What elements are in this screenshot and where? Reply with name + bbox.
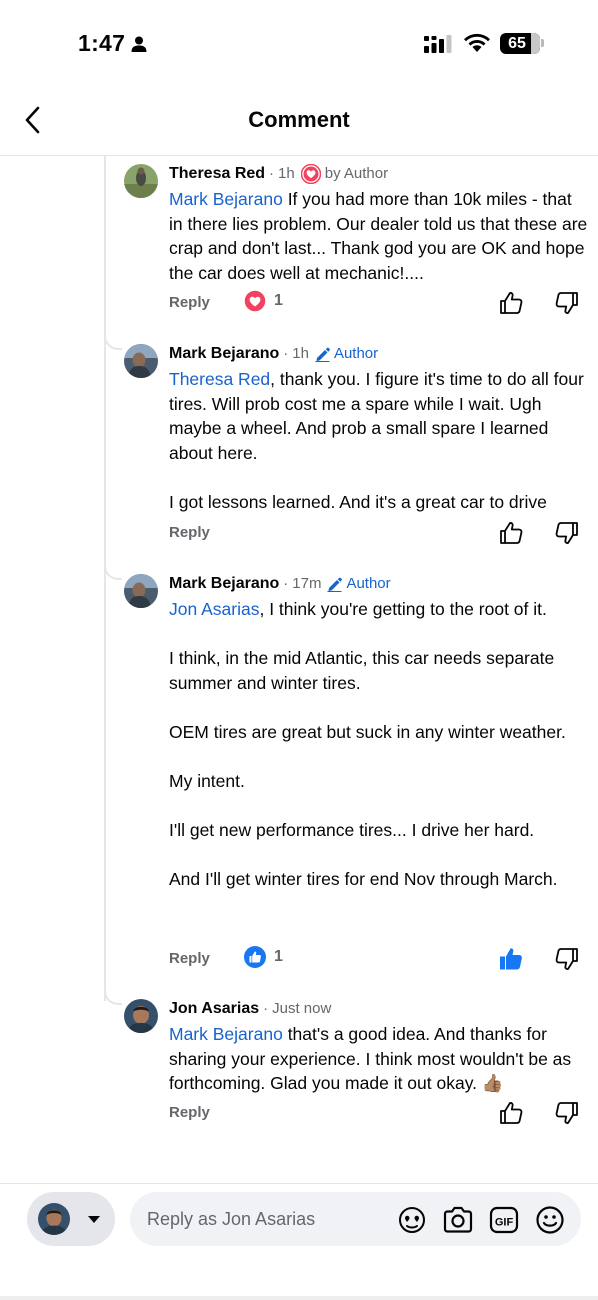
account-switcher[interactable] (27, 1192, 115, 1246)
comment-text: Theresa Red, thank you. I figure it's ti… (169, 367, 589, 514)
comment-actions: Reply 1 (169, 945, 589, 973)
thread-line (104, 156, 106, 1001)
reply-button[interactable]: Reply (169, 950, 210, 967)
timestamp: 1h (292, 345, 309, 362)
status-time: 1:47 (78, 30, 126, 56)
timestamp: Just now (272, 1000, 332, 1017)
dislike-button[interactable] (553, 1099, 581, 1127)
reply-input[interactable] (147, 1192, 387, 1246)
comment-text: Mark Bejarano that's a good idea. And th… (169, 1022, 589, 1096)
reaction-summary[interactable]: 1 (243, 945, 283, 969)
comment-text: Mark Bejarano If you had more than 10k m… (169, 187, 589, 285)
gif-icon[interactable]: GIF (488, 1205, 520, 1235)
reply-button[interactable]: Reply (169, 524, 210, 541)
badge-label: Author (346, 575, 391, 592)
like-button[interactable] (497, 1099, 525, 1127)
heart-icon (300, 164, 321, 184)
author-name[interactable]: Jon Asarias (169, 999, 259, 1019)
reaction-summary[interactable]: 1 (243, 289, 283, 313)
wifi-icon (464, 33, 490, 52)
dislike-button[interactable] (553, 289, 581, 317)
person-icon (131, 36, 147, 52)
author-name[interactable]: Mark Bejarano (169, 574, 279, 594)
comment-paragraph: I got lessons learned. And it's a great … (169, 491, 547, 512)
header: Comment (0, 90, 598, 156)
dot-separator: · (283, 575, 289, 592)
status-bar: 1:47 65 (0, 0, 598, 90)
comment-paragraph: I think, in the mid Atlantic, this car n… (169, 648, 555, 693)
home-indicator (0, 1296, 598, 1300)
comment: Jon Asarias · Just now Mark Bejarano tha… (124, 999, 594, 1129)
avatar[interactable] (124, 164, 158, 198)
dislike-button[interactable] (553, 519, 581, 547)
comment-actions: Reply (169, 1099, 589, 1127)
badge-label: by Author (324, 165, 389, 182)
reply-button[interactable]: Reply (169, 294, 210, 311)
reply-input-container: GIF (130, 1192, 581, 1246)
avatar[interactable] (124, 344, 158, 378)
mention-link[interactable]: Theresa Red (169, 369, 270, 389)
author-name[interactable]: Theresa Red (169, 164, 265, 184)
reaction-count: 1 (274, 948, 283, 965)
comment-paragraph: OEM tires are great but suck in any wint… (169, 721, 566, 742)
loved-by-author-badge: by Author (300, 164, 389, 184)
camera-icon[interactable] (442, 1205, 474, 1235)
mention-link[interactable]: Mark Bejarano (169, 1024, 283, 1044)
thread-branch (104, 983, 122, 1005)
comment: Mark Bejarano · 17m Author Jon Asarias, … (124, 574, 594, 974)
thread-branch (104, 328, 122, 350)
comment-paragraph: My intent. (169, 770, 245, 791)
page-title: Comment (248, 107, 350, 132)
heart-reaction-icon (243, 289, 267, 313)
dislike-button[interactable] (553, 945, 581, 973)
comment-meta: Theresa Red · 1h by Author (169, 164, 589, 184)
badge-label: Author (333, 345, 379, 362)
avatar[interactable] (124, 999, 158, 1033)
battery-indicator: 65 (500, 33, 540, 54)
comment: Mark Bejarano · 1h Author Theresa Red, t… (124, 344, 594, 554)
mention-link[interactable]: Jon Asarias (169, 599, 259, 619)
mention-link[interactable]: Mark Bejarano (169, 189, 283, 209)
comment-paragraph: , I think you're getting to the root of … (259, 599, 547, 619)
timestamp: 1h (278, 165, 295, 182)
thread-branch (104, 558, 122, 580)
timestamp: 17m (292, 575, 322, 592)
pencil-icon (315, 347, 330, 362)
dot-separator: · (269, 165, 275, 182)
reply-button[interactable]: Reply (169, 1104, 210, 1121)
reply-composer: GIF (0, 1183, 598, 1300)
svg-text:GIF: GIF (495, 1217, 514, 1229)
dot-separator: · (263, 1000, 269, 1017)
like-button[interactable] (497, 289, 525, 317)
battery-tip (541, 39, 544, 47)
dot-separator: · (283, 345, 289, 362)
like-button[interactable] (497, 519, 525, 547)
avatar-sticker-icon[interactable] (396, 1205, 428, 1235)
comment-actions: Reply (169, 519, 589, 547)
author-name[interactable]: Mark Bejarano (169, 344, 279, 364)
comment-meta: Jon Asarias · Just now (169, 999, 589, 1019)
author-badge: Author (315, 344, 378, 364)
comment-meta: Mark Bejarano · 1h Author (169, 344, 589, 364)
cellular-signal-icon (424, 35, 452, 53)
like-reaction-icon (244, 946, 266, 968)
comment-paragraph: And I'll get winter tires for end Nov th… (169, 868, 558, 889)
chevron-down-icon (88, 1216, 100, 1223)
comment: Theresa Red · 1h by Author Mark Bejarano… (124, 164, 594, 324)
comment-paragraph: I'll get new performance tires... I driv… (169, 819, 535, 840)
avatar[interactable] (124, 574, 158, 608)
comment-text: Jon Asarias, I think you're getting to t… (169, 597, 589, 891)
reaction-count: 1 (274, 292, 283, 309)
pencil-icon (327, 577, 343, 592)
comment-meta: Mark Bejarano · 17m Author (169, 574, 589, 594)
avatar (38, 1203, 70, 1235)
author-badge: Author (327, 574, 391, 594)
battery-level: 65 (508, 35, 526, 52)
comment-actions: Reply 1 (169, 289, 589, 317)
emoji-icon[interactable] (534, 1205, 566, 1235)
like-button-active[interactable] (497, 945, 525, 973)
